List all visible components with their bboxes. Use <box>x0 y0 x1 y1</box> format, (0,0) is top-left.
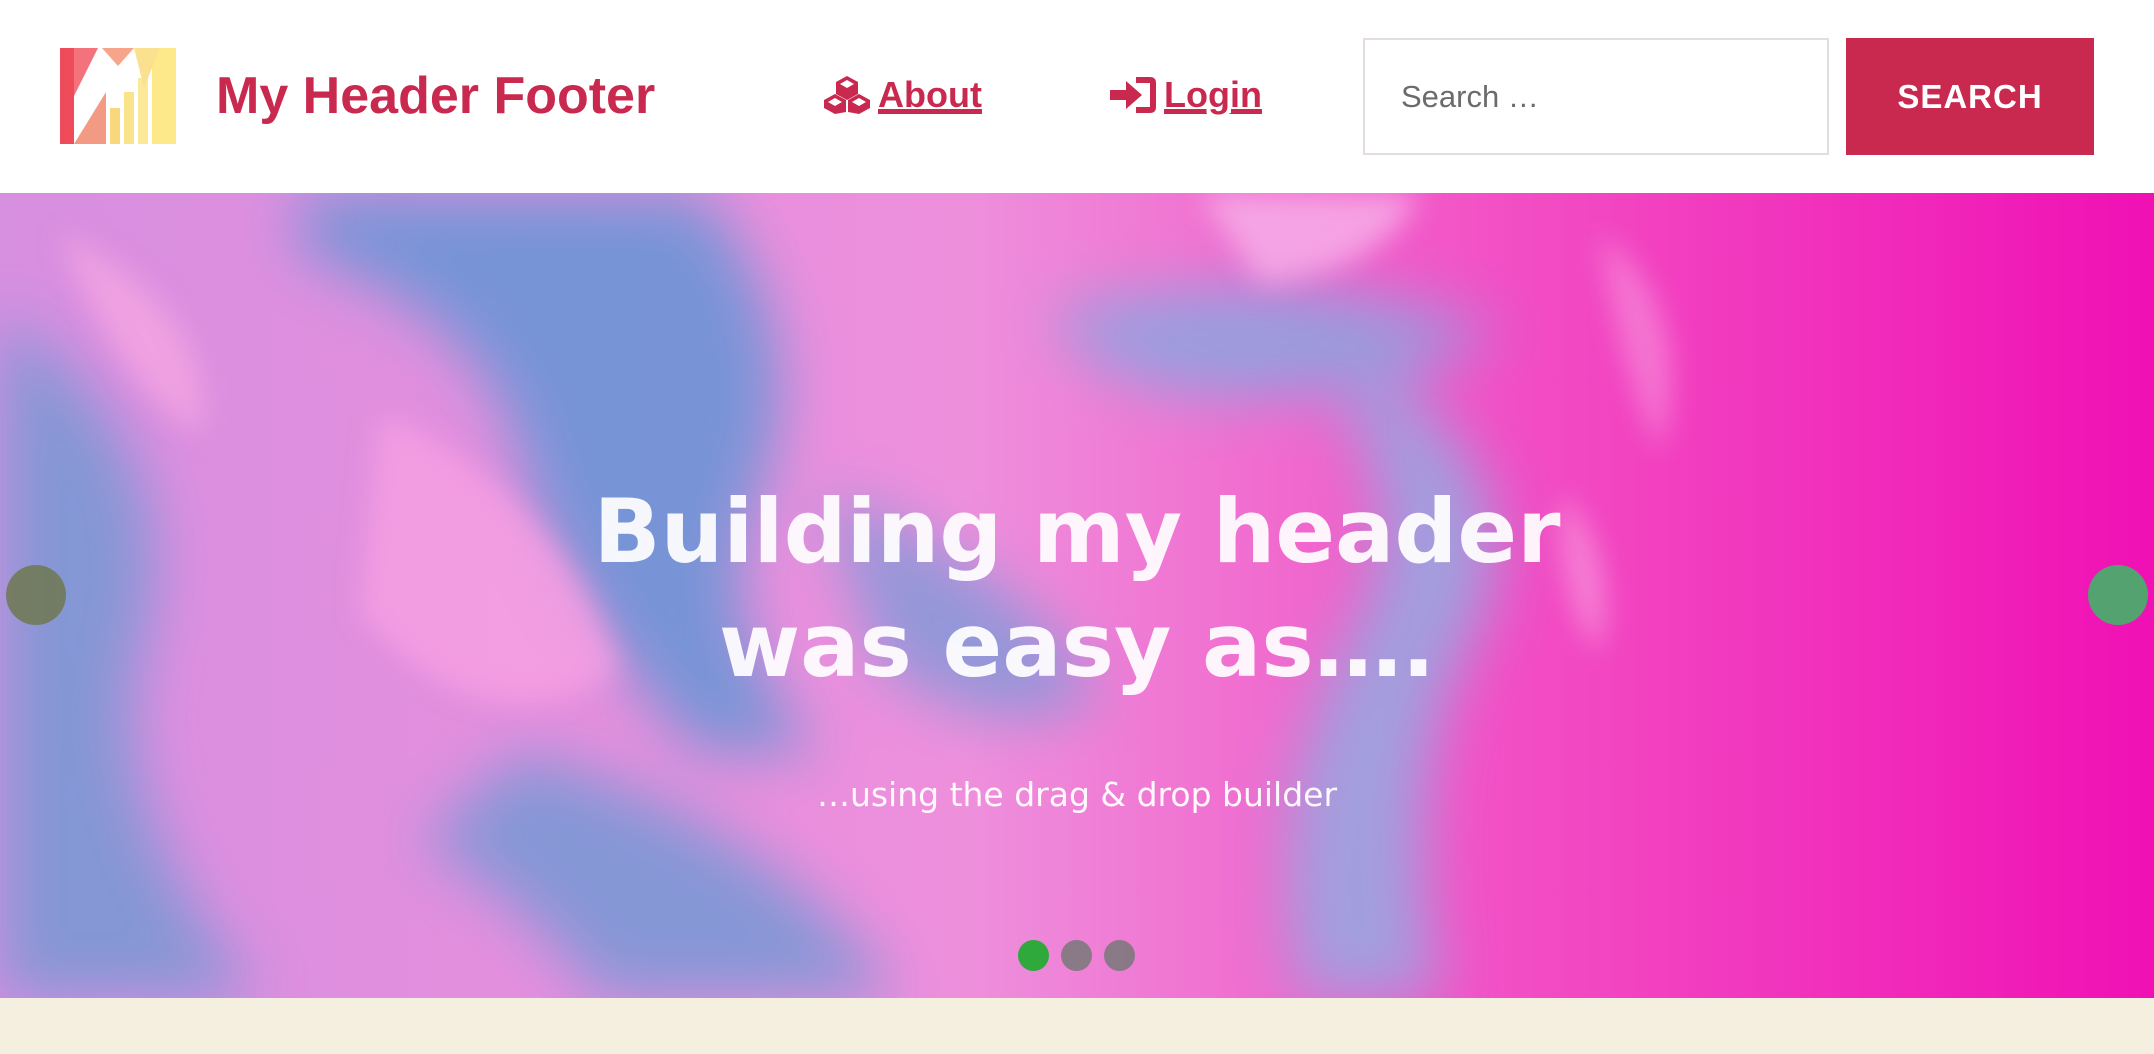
nav-login-link[interactable]: Login <box>1110 70 1262 120</box>
slider-dot-3[interactable] <box>1104 940 1135 971</box>
slider-prev-button[interactable] <box>6 565 66 625</box>
site-header: My Header Footer About Login SEARCH <box>0 0 2154 193</box>
site-title[interactable]: My Header Footer <box>216 62 655 130</box>
site-logo-icon[interactable] <box>60 48 176 144</box>
nav-about-link[interactable]: About <box>824 70 982 120</box>
page-content-area <box>0 998 2154 1054</box>
hero-heading: Building my header was easy as…. <box>0 475 2154 703</box>
slider-dot-2[interactable] <box>1061 940 1092 971</box>
search-input[interactable] <box>1363 38 1829 155</box>
slider-pagination <box>1018 940 1135 971</box>
hero-heading-line-1: Building my header <box>593 480 1561 583</box>
hero-subheading: …using the drag & drop builder <box>816 775 1338 814</box>
hero-slider: Building my header was easy as…. …using … <box>0 193 2154 998</box>
nav-login-label: Login <box>1164 74 1262 115</box>
cubes-icon <box>824 76 870 114</box>
slider-next-button[interactable] <box>2088 565 2148 625</box>
slider-dot-1[interactable] <box>1018 940 1049 971</box>
hero-heading-line-2: was easy as…. <box>718 594 1436 697</box>
nav-about-label: About <box>878 74 982 115</box>
sign-in-icon <box>1110 77 1156 113</box>
search-button[interactable]: SEARCH <box>1846 38 2094 155</box>
